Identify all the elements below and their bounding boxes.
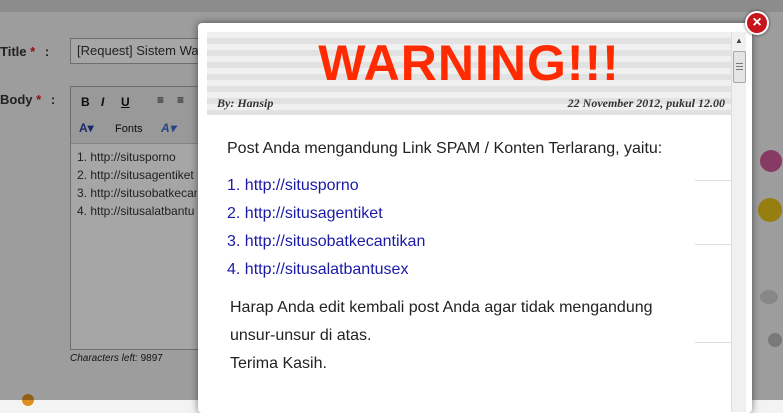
list-item: 3. http://situsobatkecantikan — [227, 232, 707, 260]
scroll-up-arrow-icon[interactable]: ▲ — [732, 32, 746, 48]
message-body: Post Anda mengandung Link SPAM / Konten … — [227, 140, 707, 378]
spam-link-list: 1. http://situsporno 2. http://situsagen… — [227, 176, 707, 288]
warning-modal: WARNING!!! By: Hansip 22 November 2012, … — [198, 23, 752, 413]
spam-link[interactable]: 3. http://situsobatkecantikan — [227, 233, 425, 250]
scroll-thumb[interactable] — [733, 51, 746, 83]
modal-content: WARNING!!! By: Hansip 22 November 2012, … — [207, 32, 731, 412]
list-item: 4. http://situsalatbantusex — [227, 260, 707, 288]
spam-link[interactable]: 2. http://situsagentiket — [227, 205, 383, 222]
warning-title: WARNING!!! — [318, 35, 620, 91]
date-label: 22 November 2012, pukul 12.00 — [567, 96, 725, 110]
list-item: 2. http://situsagentiket — [227, 204, 707, 232]
close-icon[interactable]: × — [745, 11, 769, 35]
closing-thanks: Terima Kasih. — [230, 355, 327, 372]
closing-line: unsur-unsur di atas. — [230, 327, 372, 344]
spam-intro: Post Anda mengandung Link SPAM / Konten … — [227, 140, 663, 157]
closing-message: Harap Anda edit kembali post Anda agar t… — [227, 294, 707, 378]
warning-banner: WARNING!!! By: Hansip 22 November 2012, … — [207, 32, 731, 115]
spam-link[interactable]: 4. http://situsalatbantusex — [227, 261, 408, 278]
spam-link[interactable]: 1. http://situsporno — [227, 177, 359, 194]
closing-line: Harap Anda edit kembali post Anda agar t… — [230, 299, 653, 316]
list-item: 1. http://situsporno — [227, 176, 707, 204]
author-label: By: Hansip — [217, 96, 274, 110]
modal-scrollbar[interactable]: ▲ — [731, 32, 746, 412]
